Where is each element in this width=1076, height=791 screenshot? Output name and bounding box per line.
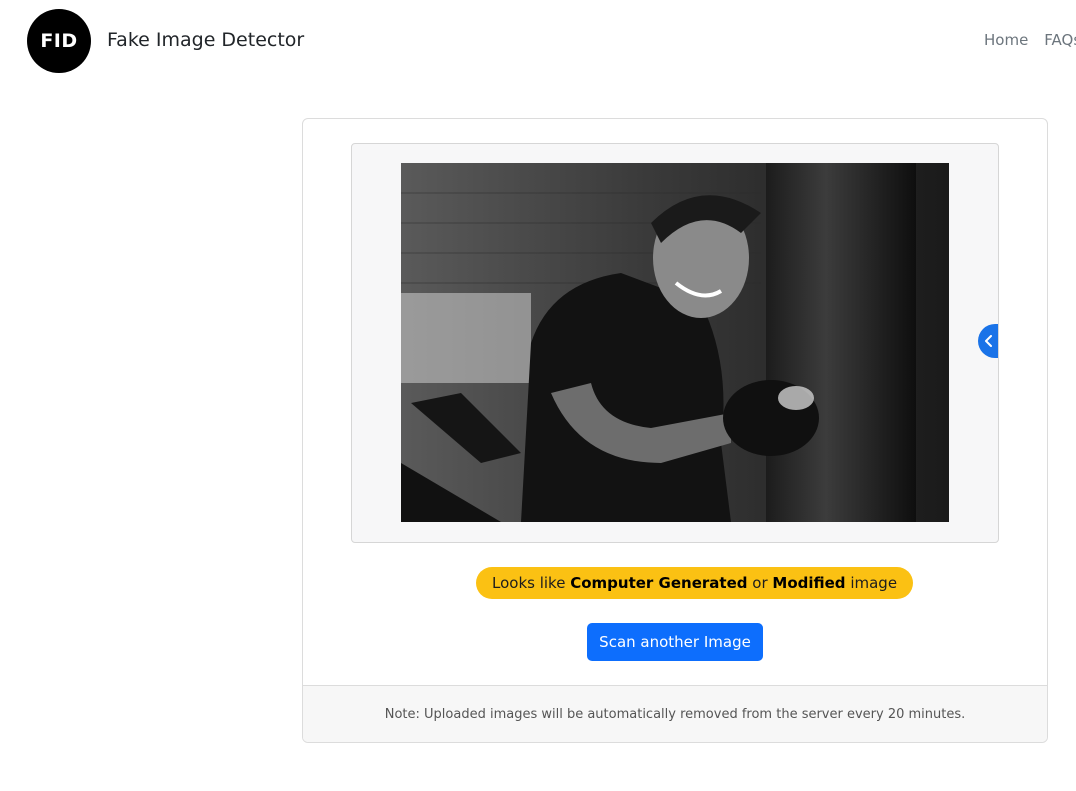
page: FID Fake Image Detector Home FAQs [0, 0, 1076, 791]
verdict-prefix: Looks like [492, 574, 566, 592]
result-card: Looks like Computer Generated or Modifie… [302, 118, 1048, 743]
footer-note: Note: Uploaded images will be automatica… [384, 706, 966, 722]
chevron-left-icon [985, 335, 992, 347]
top-nav: Home FAQs [984, 31, 1076, 49]
verdict-strong-modified: Modified [772, 574, 846, 592]
logo[interactable]: FID [27, 9, 91, 73]
verdict-strong-generated: Computer Generated [570, 574, 748, 592]
scan-another-image-button[interactable]: Scan another Image [587, 623, 763, 661]
card-footer: Note: Uploaded images will be automatica… [303, 685, 1047, 742]
uploaded-image [401, 163, 949, 522]
verdict-suffix: image [850, 574, 898, 592]
verdict-badge: Looks like Computer Generated or Modifie… [476, 567, 914, 599]
nav-link-faqs[interactable]: FAQs [1044, 31, 1076, 49]
logo-text: FID [40, 30, 78, 52]
image-preview [351, 143, 999, 543]
brand-name[interactable]: Fake Image Detector [107, 29, 304, 51]
nav-link-home[interactable]: Home [984, 31, 1028, 49]
carousel-prev-button[interactable] [978, 324, 998, 358]
verdict-middle: or [752, 574, 768, 592]
